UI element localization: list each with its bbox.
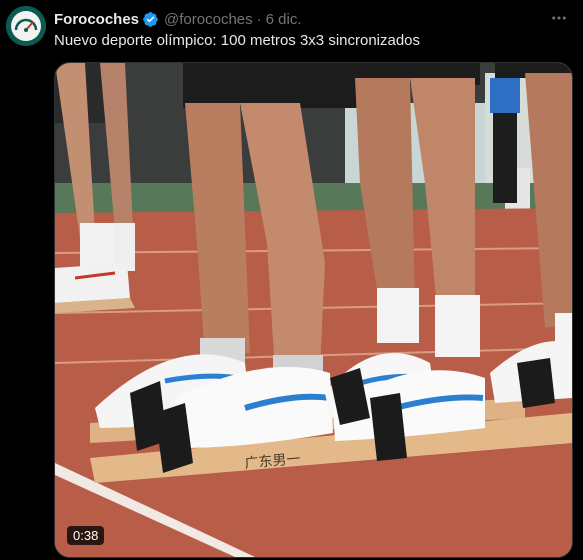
author-handle[interactable]: @forocoches [164, 11, 253, 28]
video-player[interactable]: 广东男一 0:38 [54, 62, 573, 558]
verified-badge-icon [142, 11, 159, 28]
author-avatar[interactable] [6, 6, 46, 46]
video-duration-badge: 0:38 [67, 526, 105, 545]
more-dots-icon [552, 16, 566, 20]
more-options-button[interactable] [545, 6, 573, 30]
separator-dot: · [256, 10, 262, 28]
tweet-text: Nuevo deporte olímpico: 100 metros 3x3 s… [54, 32, 421, 49]
author-name[interactable]: Forocoches [54, 11, 139, 28]
forocoches-logo-icon [6, 6, 46, 46]
tweet-header: Forocoches @forocoches · 6 dic. [54, 9, 543, 29]
tweet-date[interactable]: 6 dic. [266, 11, 302, 28]
video-frame: 广东男一 [55, 63, 572, 557]
